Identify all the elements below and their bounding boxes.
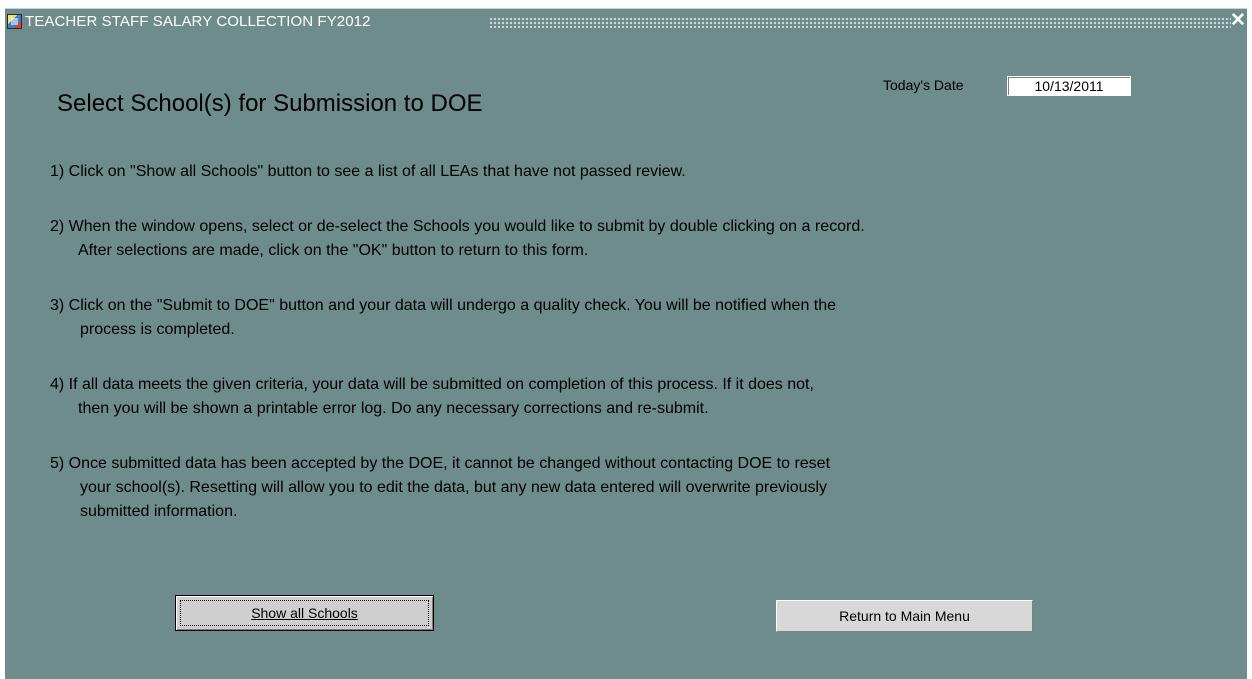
instruction-line: 3) Click on the "Submit to DOE" button a… bbox=[50, 297, 837, 314]
show-all-schools-button[interactable]: Show all Schools bbox=[175, 595, 434, 631]
instruction-line: 5) Once submitted data has been accepted… bbox=[50, 455, 831, 472]
instruction-step-5: 5) Once submitted data has been accepted… bbox=[50, 452, 1200, 524]
show-all-schools-label: Show all Schools bbox=[251, 605, 358, 621]
todays-date-field[interactable] bbox=[1007, 76, 1131, 96]
instruction-step-3: 3) Click on the "Submit to DOE" button a… bbox=[50, 294, 1200, 342]
instruction-line: process is completed. bbox=[80, 321, 235, 338]
todays-date-label: Today's Date bbox=[883, 77, 964, 93]
instruction-list: 1) Click on "Show all Schools" button to… bbox=[50, 160, 1200, 555]
instruction-line: After selections are made, click on the … bbox=[78, 242, 589, 259]
instruction-line: then you will be shown a printable error… bbox=[78, 400, 709, 417]
title-bar-grip bbox=[489, 17, 1231, 28]
instruction-line: 2) When the window opens, select or de-s… bbox=[50, 218, 865, 235]
title-bar[interactable]: TEACHER STAFF SALARY COLLECTION FY2012 ✕ bbox=[5, 8, 1247, 35]
return-to-main-menu-button[interactable]: Return to Main Menu bbox=[776, 600, 1033, 632]
instruction-line: 1) Click on "Show all Schools" button to… bbox=[50, 163, 686, 180]
close-icon[interactable]: ✕ bbox=[1230, 11, 1246, 31]
focus-ring: Show all Schools bbox=[180, 600, 429, 626]
instruction-line: your school(s). Resetting will allow you… bbox=[80, 479, 828, 496]
form-window: TEACHER STAFF SALARY COLLECTION FY2012 ✕… bbox=[5, 8, 1247, 679]
page-title: Select School(s) for Submission to DOE bbox=[57, 90, 483, 117]
instruction-step-1: 1) Click on "Show all Schools" button to… bbox=[50, 160, 1200, 184]
instruction-line: 4) If all data meets the given criteria,… bbox=[50, 376, 814, 393]
instruction-line: submitted information. bbox=[80, 503, 238, 520]
window-title: TEACHER STAFF SALARY COLLECTION FY2012 bbox=[25, 13, 371, 30]
instruction-step-2: 2) When the window opens, select or de-s… bbox=[50, 215, 1200, 263]
app-form-icon bbox=[7, 14, 22, 29]
instruction-step-4: 4) If all data meets the given criteria,… bbox=[50, 373, 1200, 421]
